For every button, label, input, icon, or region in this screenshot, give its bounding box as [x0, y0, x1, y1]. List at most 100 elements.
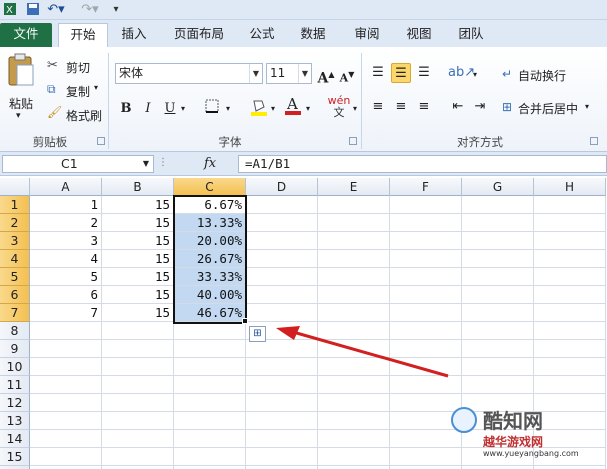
font-color-icon[interactable]: A — [283, 95, 303, 115]
underline-dropdown-icon[interactable]: ▾ — [178, 99, 188, 119]
column-header-h[interactable]: H — [534, 178, 606, 196]
cell-e7[interactable] — [318, 304, 390, 322]
cell-e13[interactable] — [318, 412, 390, 430]
cell-e8[interactable] — [318, 322, 390, 340]
cell-b7[interactable]: 15 — [102, 304, 174, 322]
phonetic-dropdown-icon[interactable]: ▾ — [350, 99, 360, 119]
cell-f5[interactable] — [390, 268, 462, 286]
tab-view[interactable]: 视图 — [397, 23, 441, 47]
chevron-down-icon[interactable]: ▼ — [143, 156, 149, 172]
column-header-f[interactable]: F — [390, 178, 462, 196]
column-header-c[interactable]: C — [174, 178, 246, 196]
cell-e6[interactable] — [318, 286, 390, 304]
cell-h10[interactable] — [534, 358, 606, 376]
cut-icon[interactable]: ✂ — [47, 58, 58, 73]
cell-f8[interactable] — [390, 322, 462, 340]
save-icon[interactable] — [25, 2, 41, 18]
tab-review[interactable]: 审阅 — [345, 23, 389, 47]
tab-home[interactable]: 开始 — [58, 23, 108, 47]
copy-icon[interactable]: ⧉ — [47, 82, 56, 97]
cell-f6[interactable] — [390, 286, 462, 304]
cell-f2[interactable] — [390, 214, 462, 232]
cell-d11[interactable] — [246, 376, 318, 394]
row-header-3[interactable]: 3 — [0, 232, 30, 250]
row-header-8[interactable]: 8 — [0, 322, 30, 340]
cell-d14[interactable] — [246, 430, 318, 448]
row-header-13[interactable]: 13 — [0, 412, 30, 430]
cell-f11[interactable] — [390, 376, 462, 394]
cell-e3[interactable] — [318, 232, 390, 250]
cell-c1[interactable]: 6.67% — [174, 196, 246, 214]
column-header-e[interactable]: E — [318, 178, 390, 196]
cell-a10[interactable] — [30, 358, 102, 376]
auto-fill-options-icon[interactable]: ⊞ — [249, 326, 266, 342]
cell-g10[interactable] — [462, 358, 534, 376]
cell-g2[interactable] — [462, 214, 534, 232]
cell-h2[interactable] — [534, 214, 606, 232]
insert-function-icon[interactable]: fx — [204, 155, 234, 173]
cell-d13[interactable] — [246, 412, 318, 430]
chevron-down-icon[interactable]: ▼ — [249, 64, 262, 83]
cut-button[interactable]: 剪切 — [66, 59, 90, 76]
align-top-icon[interactable]: ☰ — [368, 63, 388, 83]
align-middle-icon[interactable]: ☰ — [391, 63, 411, 83]
worksheet-grid[interactable]: A B C D E F G H 1 1 15 6.67% 2 2 15 13.33% 3 3 15 20.00% 4 4 1… — [0, 178, 607, 469]
cell-f9[interactable] — [390, 340, 462, 358]
redo-icon[interactable]: ↷▾ — [80, 2, 100, 18]
row-header-12[interactable]: 12 — [0, 394, 30, 412]
cell-b4[interactable]: 15 — [102, 250, 174, 268]
cell-h8[interactable] — [534, 322, 606, 340]
format-painter-icon[interactable]: 🖌 — [47, 105, 62, 119]
cell-h9[interactable] — [534, 340, 606, 358]
borders-dropdown-icon[interactable]: ▾ — [223, 99, 233, 119]
row-header-5[interactable]: 5 — [0, 268, 30, 286]
cell-g1[interactable] — [462, 196, 534, 214]
cell-c3[interactable]: 20.00% — [174, 232, 246, 250]
align-right-icon[interactable]: ≡ — [414, 97, 434, 117]
cell-b12[interactable] — [102, 394, 174, 412]
cell-h3[interactable] — [534, 232, 606, 250]
cell-b14[interactable] — [102, 430, 174, 448]
cell-d3[interactable] — [246, 232, 318, 250]
decrease-indent-icon[interactable]: ⇤ — [448, 97, 468, 117]
cell-c7[interactable]: 46.67% — [174, 304, 246, 322]
cell-g4[interactable] — [462, 250, 534, 268]
cell-e1[interactable] — [318, 196, 390, 214]
font-launcher-icon[interactable] — [349, 137, 357, 145]
cell-e12[interactable] — [318, 394, 390, 412]
cell-a5[interactable]: 5 — [30, 268, 102, 286]
cell-f1[interactable] — [390, 196, 462, 214]
clipboard-launcher-icon[interactable] — [97, 137, 105, 145]
cell-c10[interactable] — [174, 358, 246, 376]
cell-c11[interactable] — [174, 376, 246, 394]
cell-a11[interactable] — [30, 376, 102, 394]
cell-f4[interactable] — [390, 250, 462, 268]
cell-b1[interactable]: 15 — [102, 196, 174, 214]
cell-b2[interactable]: 15 — [102, 214, 174, 232]
font-name-combo[interactable]: 宋体 ▼ — [115, 63, 263, 84]
grow-font-button[interactable]: A▲ — [316, 64, 336, 87]
cell-c15[interactable] — [174, 448, 246, 466]
copy-button[interactable]: 复制 — [66, 83, 90, 100]
column-header-g[interactable]: G — [462, 178, 534, 196]
cell-g5[interactable] — [462, 268, 534, 286]
cell-c2[interactable]: 13.33% — [174, 214, 246, 232]
cell-a13[interactable] — [30, 412, 102, 430]
align-left-icon[interactable]: ≡ — [368, 97, 388, 117]
fill-handle[interactable] — [242, 318, 248, 324]
merge-center-icon[interactable]: ⊞ — [502, 100, 512, 114]
tab-page-layout[interactable]: 页面布局 — [164, 23, 234, 47]
cell-a8[interactable] — [30, 322, 102, 340]
shrink-font-button[interactable]: A▼ — [337, 64, 357, 85]
cell-a1[interactable]: 1 — [30, 196, 102, 214]
cell-e15[interactable] — [318, 448, 390, 466]
cell-f3[interactable] — [390, 232, 462, 250]
cell-a14[interactable] — [30, 430, 102, 448]
merge-dropdown-icon[interactable]: ▾ — [585, 102, 589, 111]
cell-h11[interactable] — [534, 376, 606, 394]
format-painter-button[interactable]: 格式刷 — [66, 107, 102, 124]
name-box[interactable]: C1 ▼ — [2, 155, 154, 173]
tab-file[interactable]: 文件 — [0, 23, 52, 47]
cell-a12[interactable] — [30, 394, 102, 412]
cell-c9[interactable] — [174, 340, 246, 358]
